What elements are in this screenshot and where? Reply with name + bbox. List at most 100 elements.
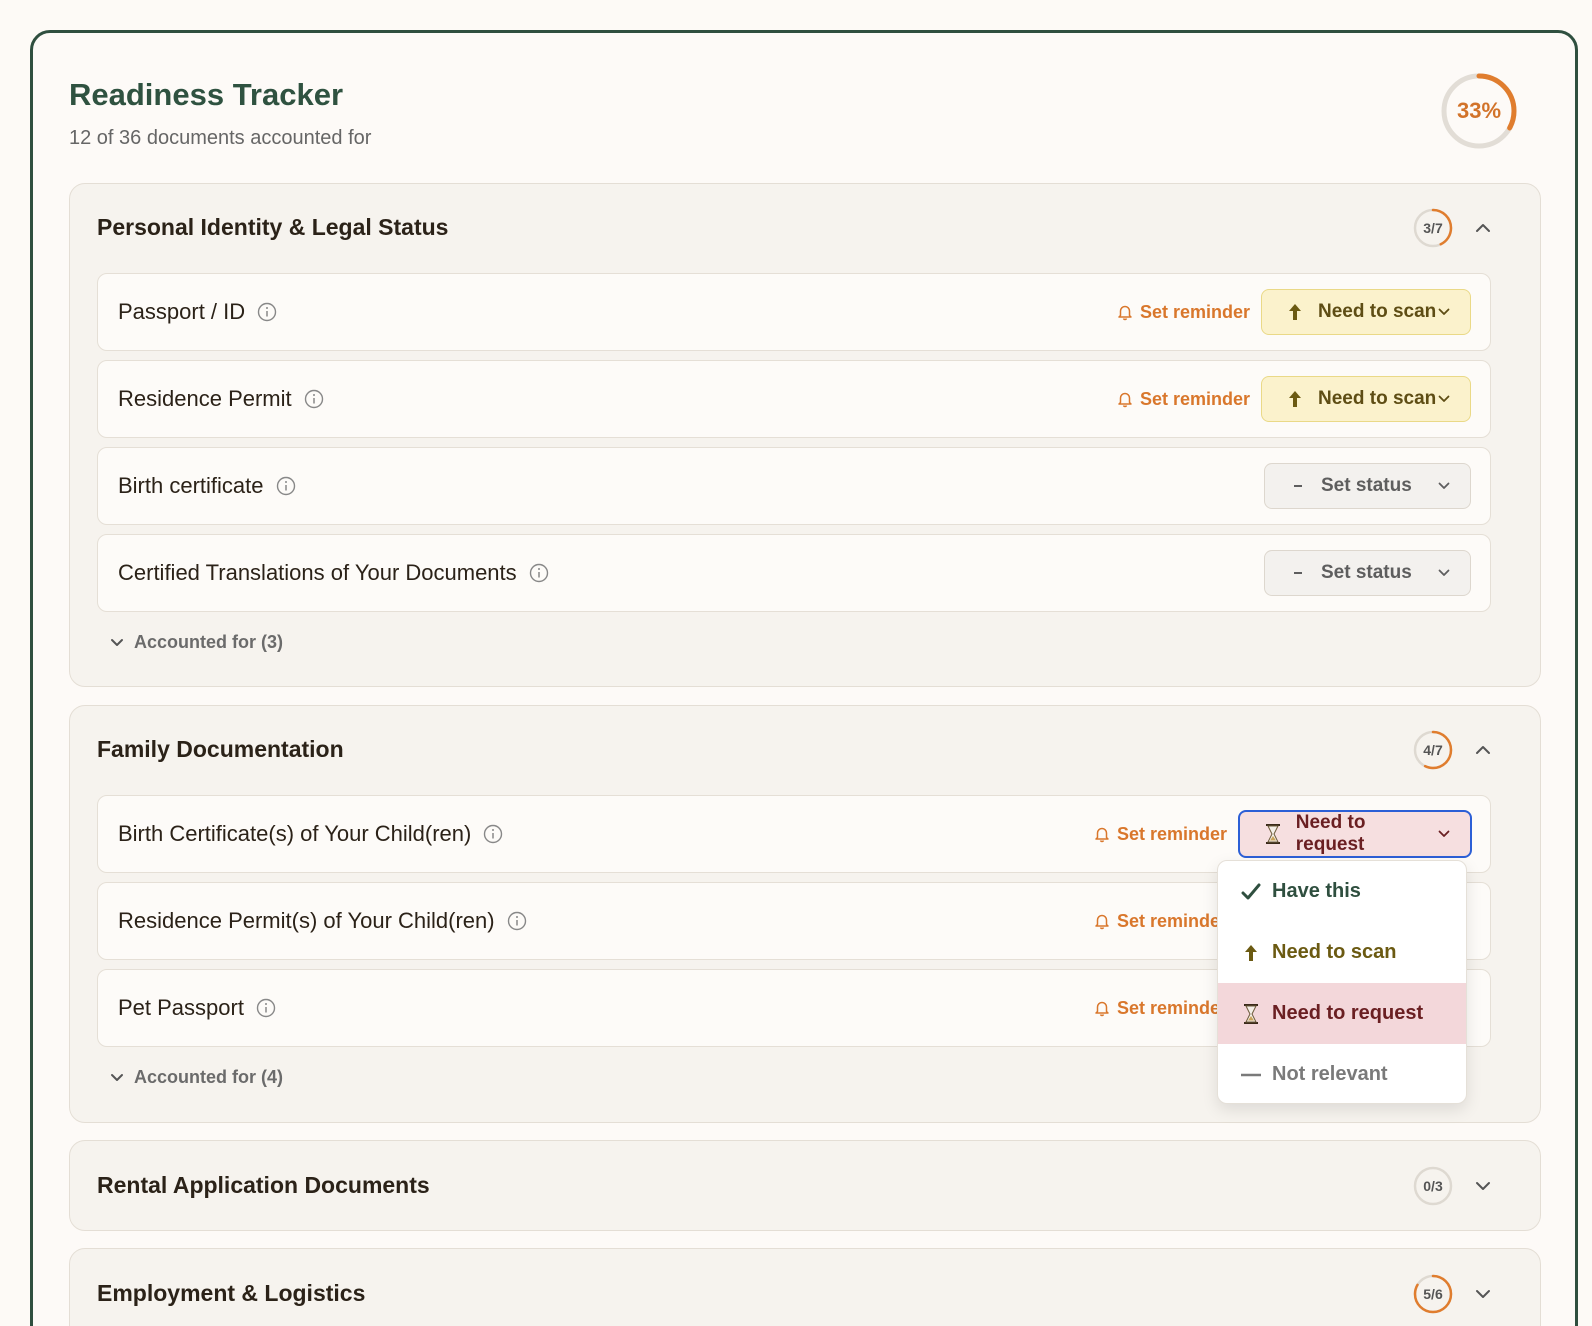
checkmark-icon — [1238, 883, 1264, 901]
accounted-for-label: Accounted for (4) — [134, 1067, 284, 1087]
status-option-label: Need to scan — [1272, 941, 1397, 963]
status-dropdown-menu: Have this Need to scan Need to request N… — [1217, 860, 1467, 1104]
info-icon[interactable] — [304, 389, 324, 409]
chevron-down-icon — [1438, 830, 1450, 838]
status-label: Need to scan — [1318, 301, 1437, 322]
tracker-subtitle: 12 of 36 documents accounted for — [69, 127, 372, 149]
section-employment-logistics[interactable]: Employment & Logistics 5/6 — [69, 1248, 1541, 1326]
set-reminder-button[interactable]: Set reminder — [1093, 883, 1227, 959]
chevron-down-icon — [1476, 1290, 1490, 1298]
set-reminder-button[interactable]: Set reminder — [1116, 361, 1250, 437]
document-name: Certified Translations of Your Documents — [118, 535, 549, 611]
hourglass-icon — [1238, 1003, 1264, 1025]
info-icon[interactable] — [529, 563, 549, 583]
document-name-text: Passport / ID — [118, 299, 246, 324]
status-label: Need to scan — [1318, 388, 1437, 409]
document-row-birth-certificate: Birth certificate Set status — [97, 447, 1491, 525]
section-progress-label: 4/7 — [1423, 742, 1443, 758]
dash-icon — [1285, 484, 1311, 488]
section-title: Family Documentation — [97, 736, 344, 762]
collapse-section-button[interactable] — [1472, 739, 1494, 761]
document-name-text: Certified Translations of Your Documents — [118, 560, 517, 585]
status-option-not-relevant[interactable]: Not relevant — [1218, 1044, 1466, 1103]
upload-arrow-icon — [1282, 302, 1308, 322]
document-name-text: Pet Passport — [118, 995, 244, 1020]
set-reminder-label: Set reminder — [1140, 301, 1251, 322]
upload-arrow-icon — [1238, 943, 1264, 963]
upload-arrow-icon — [1282, 389, 1308, 409]
expand-section-button[interactable] — [1472, 1175, 1494, 1197]
status-dropdown-button[interactable]: Need to scan — [1261, 376, 1471, 422]
status-option-need-to-request[interactable]: Need to request — [1218, 983, 1466, 1044]
collapse-section-button[interactable] — [1472, 217, 1494, 239]
overall-progress-percent: 33% — [1456, 98, 1502, 123]
set-reminder-label: Set reminder — [1117, 823, 1228, 844]
section-progress-ring: 0/3 — [1412, 1165, 1454, 1207]
document-row-passport: Passport / ID Set reminder Need to scan — [97, 273, 1491, 351]
section-progress-ring: 3/7 — [1412, 207, 1454, 249]
info-icon[interactable] — [483, 824, 503, 844]
status-option-need-to-scan[interactable]: Need to scan — [1218, 922, 1466, 983]
section-progress-label: 5/6 — [1423, 1286, 1443, 1302]
chevron-up-icon — [1476, 746, 1490, 754]
set-reminder-button[interactable]: Set reminder — [1093, 796, 1227, 872]
document-name: Residence Permit — [118, 361, 324, 437]
status-option-have-this[interactable]: Have this — [1218, 861, 1466, 922]
set-reminder-label: Set reminder — [1117, 910, 1228, 931]
section-progress-label: 3/7 — [1423, 220, 1443, 236]
info-icon[interactable] — [507, 911, 527, 931]
dash-icon — [1238, 1073, 1264, 1077]
status-dropdown-button[interactable]: Set status — [1264, 550, 1471, 596]
document-name: Birth Certificate(s) of Your Child(ren) — [118, 796, 503, 872]
document-row-residence-permit: Residence Permit Set reminder Need to sc… — [97, 360, 1491, 438]
status-label: Set status — [1321, 475, 1412, 496]
chevron-down-icon — [1438, 308, 1450, 316]
status-option-label: Need to request — [1272, 1002, 1424, 1024]
bell-icon — [1118, 392, 1132, 408]
document-name: Passport / ID — [118, 274, 277, 350]
chevron-down-icon — [1476, 1182, 1490, 1190]
tracker-header: Readiness Tracker 12 of 36 documents acc… — [69, 77, 371, 150]
set-reminder-button[interactable]: Set reminder — [1093, 970, 1227, 1046]
chevron-down-icon — [111, 1074, 123, 1081]
chevron-down-icon — [1438, 569, 1450, 577]
status-option-label: Have this — [1272, 880, 1361, 902]
section-personal-identity: Personal Identity & Legal Status 3/7 Pas… — [69, 183, 1541, 687]
status-dropdown-button[interactable]: Need to request — [1238, 810, 1472, 858]
section-rental-application[interactable]: Rental Application Documents 0/3 — [69, 1140, 1541, 1231]
document-name: Birth certificate — [118, 448, 296, 524]
status-label: Need to request — [1295, 812, 1366, 855]
expand-section-button[interactable] — [1472, 1283, 1494, 1305]
status-dropdown-button[interactable]: Set status — [1264, 463, 1471, 509]
chevron-down-icon — [1438, 395, 1450, 403]
accounted-for-toggle[interactable]: Accounted for (3) — [110, 632, 283, 653]
bell-icon — [1095, 1001, 1109, 1017]
readiness-tracker-card: Readiness Tracker 12 of 36 documents acc… — [30, 30, 1578, 1326]
set-reminder-label: Set reminder — [1140, 388, 1251, 409]
accounted-for-toggle[interactable]: Accounted for (4) — [110, 1067, 283, 1088]
document-name-text: Residence Permit(s) of Your Child(ren) — [118, 908, 495, 933]
info-icon[interactable] — [276, 476, 296, 496]
document-name-text: Residence Permit — [118, 386, 292, 411]
page-title: Readiness Tracker — [69, 77, 344, 112]
section-title: Employment & Logistics — [97, 1280, 366, 1306]
info-icon[interactable] — [257, 302, 277, 322]
section-title: Personal Identity & Legal Status — [97, 214, 449, 240]
section-title: Rental Application Documents — [97, 1172, 430, 1198]
info-icon[interactable] — [256, 998, 276, 1018]
bell-icon — [1095, 914, 1109, 930]
document-name: Residence Permit(s) of Your Child(ren) — [118, 883, 527, 959]
chevron-down-icon — [111, 639, 123, 646]
chevron-up-icon — [1476, 224, 1490, 232]
bell-icon — [1095, 827, 1109, 843]
overall-progress-ring: 33% — [1439, 71, 1519, 151]
status-dropdown-button[interactable]: Need to scan — [1261, 289, 1471, 335]
section-progress-label: 0/3 — [1423, 1178, 1443, 1194]
accounted-for-label: Accounted for (3) — [134, 632, 284, 652]
document-name-text: Birth Certificate(s) of Your Child(ren) — [118, 821, 472, 846]
set-reminder-button[interactable]: Set reminder — [1116, 274, 1250, 350]
chevron-down-icon — [1438, 482, 1450, 490]
document-row-certified-translations: Certified Translations of Your Documents… — [97, 534, 1491, 612]
status-option-label: Not relevant — [1272, 1063, 1388, 1085]
section-progress-ring: 4/7 — [1412, 729, 1454, 771]
